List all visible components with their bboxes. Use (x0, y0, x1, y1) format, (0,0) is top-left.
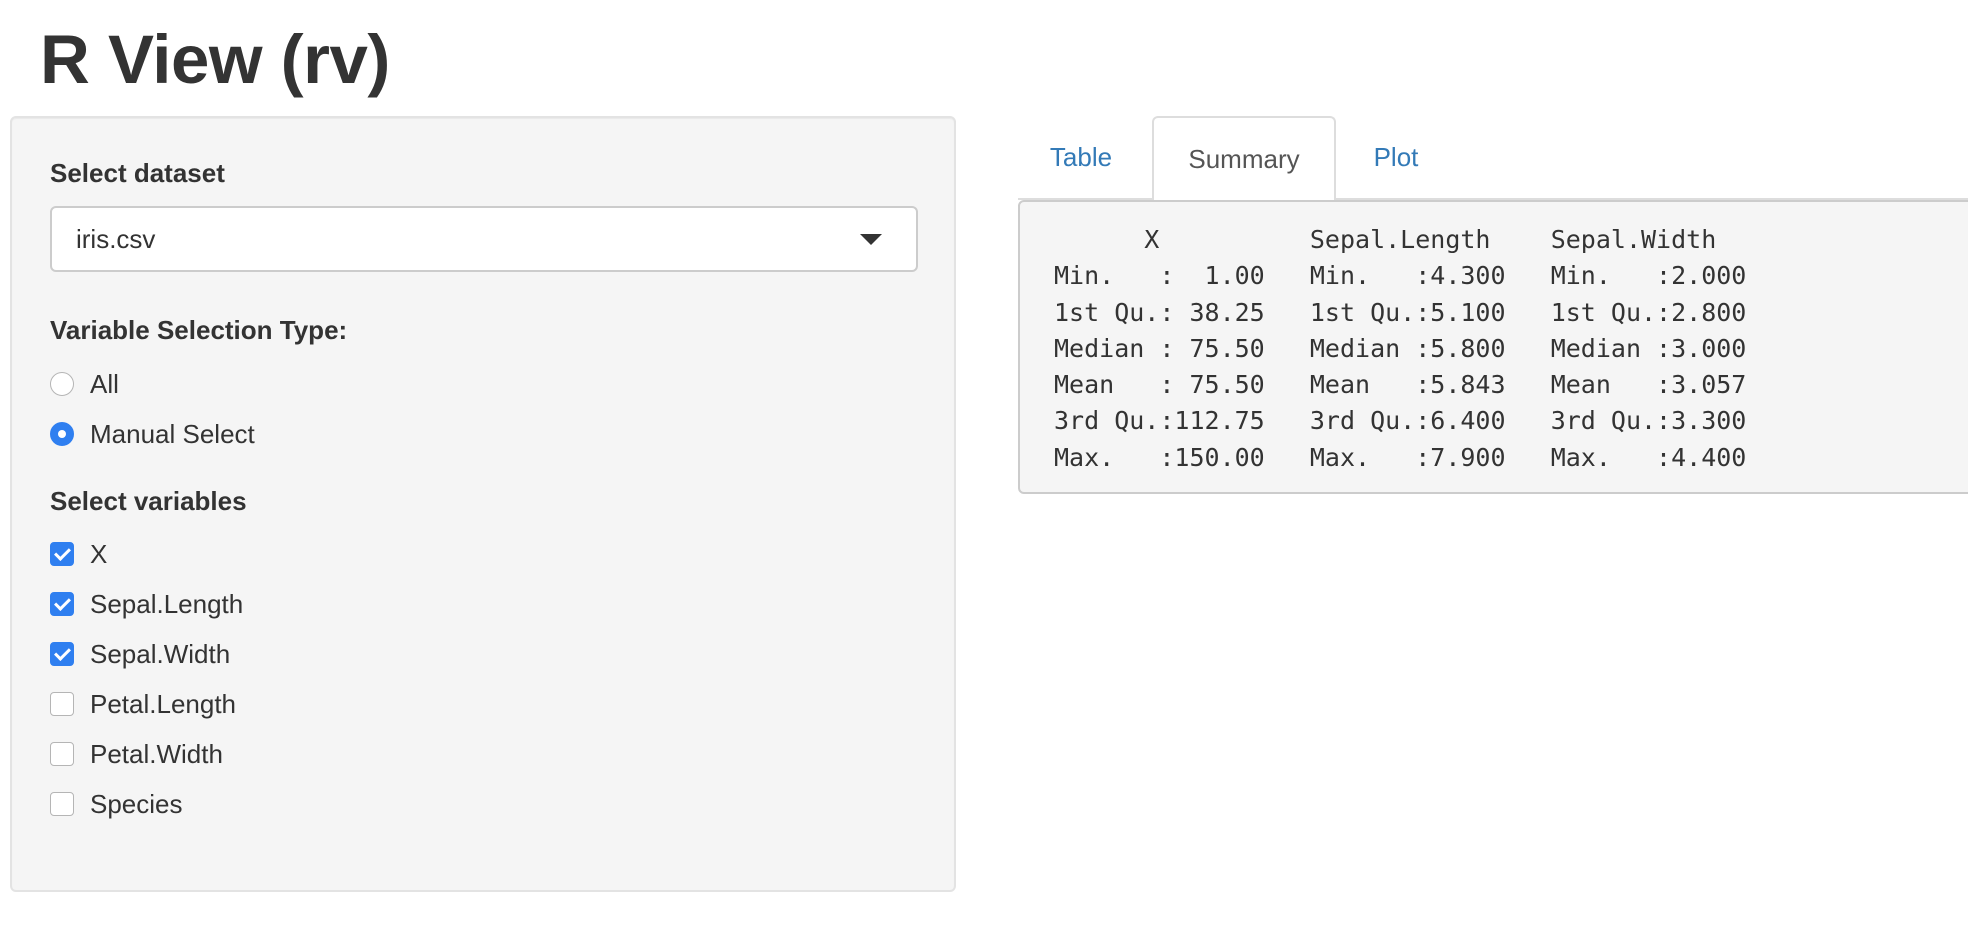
variable-option-x[interactable]: X (50, 536, 107, 572)
variable-option-sepal-width[interactable]: Sepal.Width (50, 636, 230, 672)
tab-summary[interactable]: Summary (1152, 116, 1336, 202)
tab-plot[interactable]: Plot (1336, 116, 1456, 200)
checkbox-label-x: X (90, 538, 108, 569)
summary-output: X Sepal.Length Sepal.Width Min. : 1.00 M… (1018, 200, 1968, 494)
checkbox-label-species: Species (90, 788, 183, 819)
variable-option-petal-length[interactable]: Petal.Length (50, 686, 236, 722)
dataset-select[interactable]: iris.csv (50, 206, 918, 272)
radio-option-all[interactable]: All (50, 366, 119, 402)
radio-option-manual-select[interactable]: Manual Select (50, 416, 255, 452)
checkbox-label-sepal-width: Sepal.Width (90, 638, 231, 669)
checkbox-petal-width[interactable] (50, 742, 74, 766)
caret-down-icon (860, 234, 882, 245)
checkbox-species[interactable] (50, 792, 74, 816)
variable-option-sepal-length[interactable]: Sepal.Length (50, 586, 243, 622)
sidebar-panel: Select dataset iris.csv Variable Selecti… (10, 116, 956, 892)
variables-label: Select variables (50, 486, 247, 516)
radio-label-all: All (90, 368, 119, 399)
radio-button-all[interactable] (50, 372, 74, 396)
selection-type-label: Variable Selection Type: (50, 315, 348, 345)
app-title: R View (rv) (40, 21, 390, 98)
checkbox-label-sepal-length: Sepal.Length (90, 588, 244, 619)
radio-label-manual-select: Manual Select (90, 418, 255, 449)
radio-button-manual-select[interactable] (50, 422, 74, 446)
variable-option-species[interactable]: Species (50, 786, 183, 822)
checkbox-label-petal-length: Petal.Length (90, 688, 237, 719)
checkbox-sepal-width[interactable] (50, 642, 74, 666)
tab-table[interactable]: Table (1018, 116, 1144, 200)
output-tabs: Table Summary Plot (1018, 116, 1968, 202)
dataset-label: Select dataset (50, 158, 225, 188)
checkbox-sepal-length[interactable] (50, 592, 74, 616)
variable-option-petal-width[interactable]: Petal.Width (50, 736, 223, 772)
checkbox-label-petal-width: Petal.Width (90, 738, 223, 769)
checkbox-petal-length[interactable] (50, 692, 74, 716)
checkbox-x[interactable] (50, 542, 74, 566)
dataset-select-value: iris.csv (76, 224, 156, 254)
